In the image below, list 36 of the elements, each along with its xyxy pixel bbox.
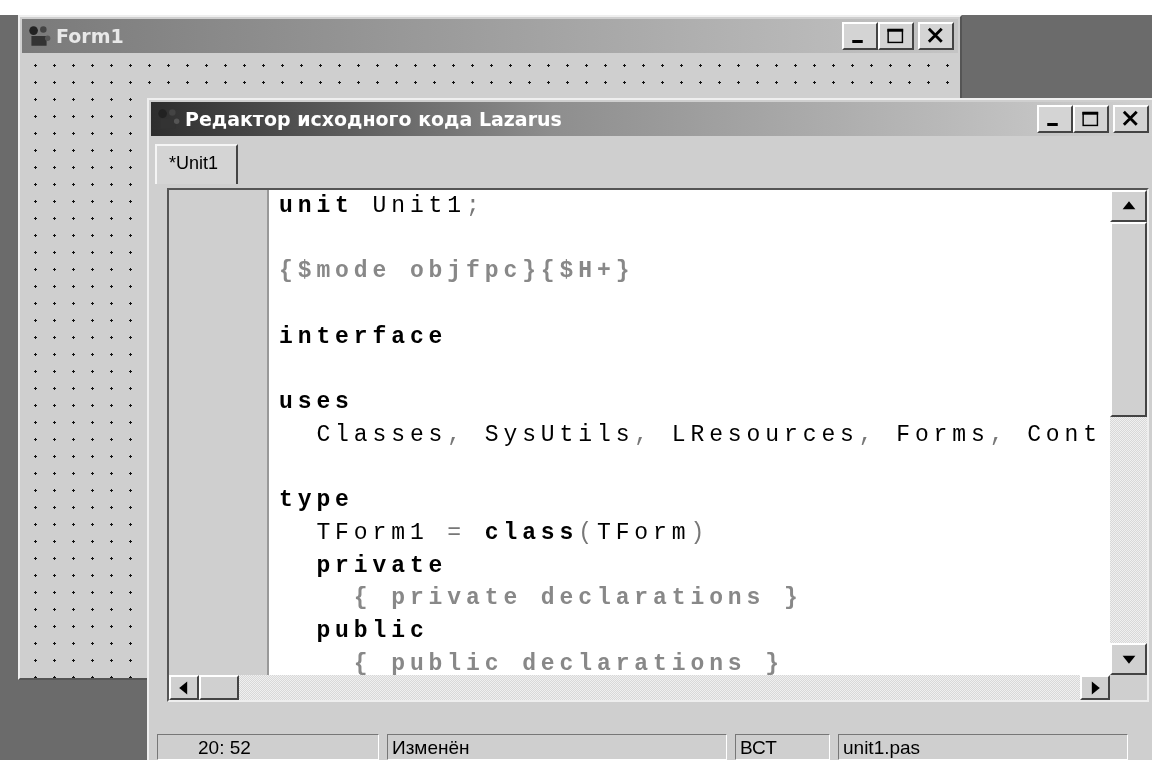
scroll-thumb[interactable] (199, 675, 239, 701)
status-panel: ВСТ (735, 734, 830, 760)
window-title: Form1 (56, 25, 124, 47)
scrollbar-corner (1110, 675, 1147, 701)
code-line: TForm1 = class(TForm) (315, 520, 710, 546)
close-button[interactable] (918, 22, 954, 50)
horizontal-scrollbar[interactable] (169, 675, 1110, 701)
code-line: public (315, 618, 429, 645)
status-panel: unit1.pas (838, 734, 1128, 760)
minimize-button[interactable] (842, 22, 878, 50)
code-line: private (315, 552, 448, 579)
maximize-button[interactable] (1073, 104, 1109, 133)
code-line: { public declarations } (352, 650, 784, 676)
code-line: unit Unit1; (279, 193, 485, 220)
code-line: { private declarations } (352, 585, 803, 612)
file-tab[interactable]: *Unit1 (155, 143, 239, 184)
window-title: Редактор исходного кода Lazarus (185, 107, 562, 130)
scroll-right-button[interactable] (1080, 675, 1110, 701)
code-line: Classes, SysUtils, LResources, Forms, Cont (315, 421, 1102, 448)
scroll-thumb[interactable] (1110, 221, 1147, 417)
code-line: uses (279, 389, 354, 416)
scroll-up-button[interactable] (1110, 189, 1147, 222)
status-panel: Изменён (387, 734, 727, 760)
minimize-button[interactable] (1037, 104, 1073, 133)
scroll-down-button[interactable] (1110, 643, 1147, 676)
code-line: interface (279, 323, 448, 350)
vertical-scrollbar[interactable] (1110, 189, 1147, 676)
minimize-icon (1046, 122, 1058, 126)
app-icon (26, 23, 52, 49)
scroll-left-button[interactable] (169, 675, 199, 701)
code-line: {$mode objfpc}{$H+} (279, 258, 635, 285)
minimize-icon (851, 40, 863, 43)
code-line: type (279, 487, 354, 514)
maximize-button[interactable] (878, 22, 914, 50)
status-panel: 20: 52 (157, 734, 379, 760)
close-button[interactable] (1113, 104, 1149, 133)
